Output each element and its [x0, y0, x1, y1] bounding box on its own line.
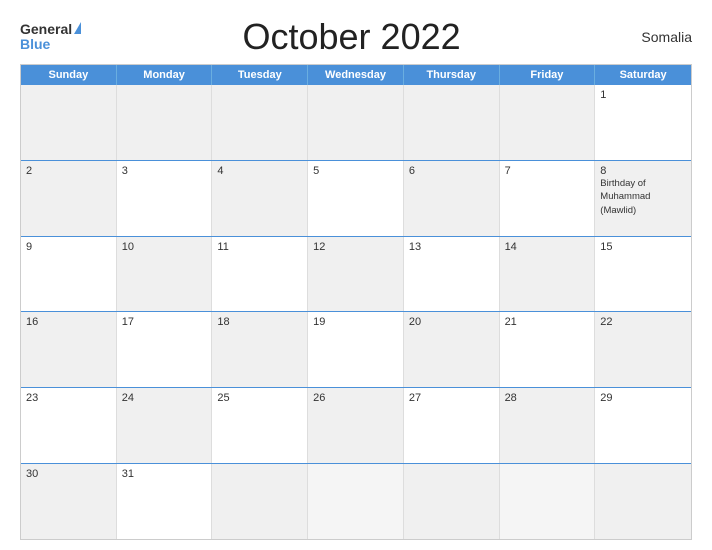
col-saturday: Saturday	[595, 65, 691, 85]
calendar-body: 1 2 3 4 5 6	[21, 85, 691, 539]
calendar-header: Sunday Monday Tuesday Wednesday Thursday…	[21, 65, 691, 85]
day-number: 4	[217, 165, 302, 177]
day-number: 15	[600, 241, 686, 253]
day-number: 9	[26, 241, 111, 253]
cell-oct-10: 10	[117, 237, 213, 312]
day-number: 6	[409, 165, 494, 177]
cell-oct-5: 5	[308, 161, 404, 236]
logo: General Blue	[20, 22, 81, 53]
calendar-title: October 2022	[81, 16, 622, 58]
col-sunday: Sunday	[21, 65, 117, 85]
cal-row-4: 16 17 18 19 20 21 22	[21, 312, 691, 388]
cell-empty	[404, 85, 500, 160]
cell-empty	[212, 464, 308, 539]
cell-oct-13: 13	[404, 237, 500, 312]
day-number: 13	[409, 241, 494, 253]
cell-oct-4: 4	[212, 161, 308, 236]
cell-empty	[595, 464, 691, 539]
col-friday: Friday	[500, 65, 596, 85]
cell-oct-11: 11	[212, 237, 308, 312]
cell-oct-8: 8 Birthday of Muhammad (Mawlid)	[595, 161, 691, 236]
event-birthday-muhammad: Birthday of Muhammad (Mawlid)	[600, 178, 650, 216]
day-number: 17	[122, 316, 207, 328]
cell-oct-28: 28	[500, 388, 596, 463]
cell-oct-21: 21	[500, 312, 596, 387]
cell-oct-20: 20	[404, 312, 500, 387]
day-number: 12	[313, 241, 398, 253]
cell-empty	[308, 85, 404, 160]
col-tuesday: Tuesday	[212, 65, 308, 85]
cell-oct-24: 24	[117, 388, 213, 463]
cell-oct-23: 23	[21, 388, 117, 463]
cal-row-1: 1	[21, 85, 691, 161]
cell-oct-12: 12	[308, 237, 404, 312]
page: General Blue October 2022 Somalia Sunday…	[0, 0, 712, 550]
cell-empty	[212, 85, 308, 160]
day-number: 29	[600, 392, 686, 404]
logo-triangle-icon	[74, 22, 81, 34]
logo-general-text: General	[20, 22, 72, 37]
cal-row-6: 30 31	[21, 464, 691, 539]
cell-oct-6: 6	[404, 161, 500, 236]
day-number: 3	[122, 165, 207, 177]
country-label: Somalia	[622, 29, 692, 45]
day-number: 20	[409, 316, 494, 328]
day-number: 25	[217, 392, 302, 404]
cell-oct-22: 22	[595, 312, 691, 387]
day-number: 30	[26, 468, 111, 480]
cell-oct-29: 29	[595, 388, 691, 463]
cell-oct-31: 31	[117, 464, 213, 539]
cell-oct-18: 18	[212, 312, 308, 387]
col-monday: Monday	[117, 65, 213, 85]
day-number: 22	[600, 316, 686, 328]
calendar: Sunday Monday Tuesday Wednesday Thursday…	[20, 64, 692, 540]
cell-oct-9: 9	[21, 237, 117, 312]
cell-oct-15: 15	[595, 237, 691, 312]
day-number: 16	[26, 316, 111, 328]
cal-row-5: 23 24 25 26 27 28 29	[21, 388, 691, 464]
cell-oct-3: 3	[117, 161, 213, 236]
cell-oct-1: 1	[595, 85, 691, 160]
day-number: 14	[505, 241, 590, 253]
cell-oct-27: 27	[404, 388, 500, 463]
cell-empty	[500, 85, 596, 160]
col-wednesday: Wednesday	[308, 65, 404, 85]
cell-empty	[21, 85, 117, 160]
cell-empty	[500, 464, 596, 539]
cell-empty	[308, 464, 404, 539]
cell-oct-17: 17	[117, 312, 213, 387]
day-number: 24	[122, 392, 207, 404]
col-thursday: Thursday	[404, 65, 500, 85]
day-number: 5	[313, 165, 398, 177]
day-number: 7	[505, 165, 590, 177]
cell-oct-14: 14	[500, 237, 596, 312]
day-number: 10	[122, 241, 207, 253]
day-number: 19	[313, 316, 398, 328]
day-number: 26	[313, 392, 398, 404]
cell-oct-30: 30	[21, 464, 117, 539]
day-number: 2	[26, 165, 111, 177]
day-number: 21	[505, 316, 590, 328]
day-number: 23	[26, 392, 111, 404]
cell-empty	[404, 464, 500, 539]
cal-row-3: 9 10 11 12 13 14 15	[21, 237, 691, 313]
day-number: 8	[600, 165, 686, 177]
day-number: 18	[217, 316, 302, 328]
header: General Blue October 2022 Somalia	[20, 16, 692, 58]
cell-oct-16: 16	[21, 312, 117, 387]
day-number: 28	[505, 392, 590, 404]
day-number: 27	[409, 392, 494, 404]
cell-oct-19: 19	[308, 312, 404, 387]
day-number: 1	[600, 89, 686, 101]
cell-empty	[117, 85, 213, 160]
cell-oct-25: 25	[212, 388, 308, 463]
cell-oct-26: 26	[308, 388, 404, 463]
logo-blue-text: Blue	[20, 37, 50, 52]
cell-oct-7: 7	[500, 161, 596, 236]
cal-row-2: 2 3 4 5 6 7 8 Birthday	[21, 161, 691, 237]
day-number: 31	[122, 468, 207, 480]
day-number: 11	[217, 241, 302, 253]
cell-oct-2: 2	[21, 161, 117, 236]
